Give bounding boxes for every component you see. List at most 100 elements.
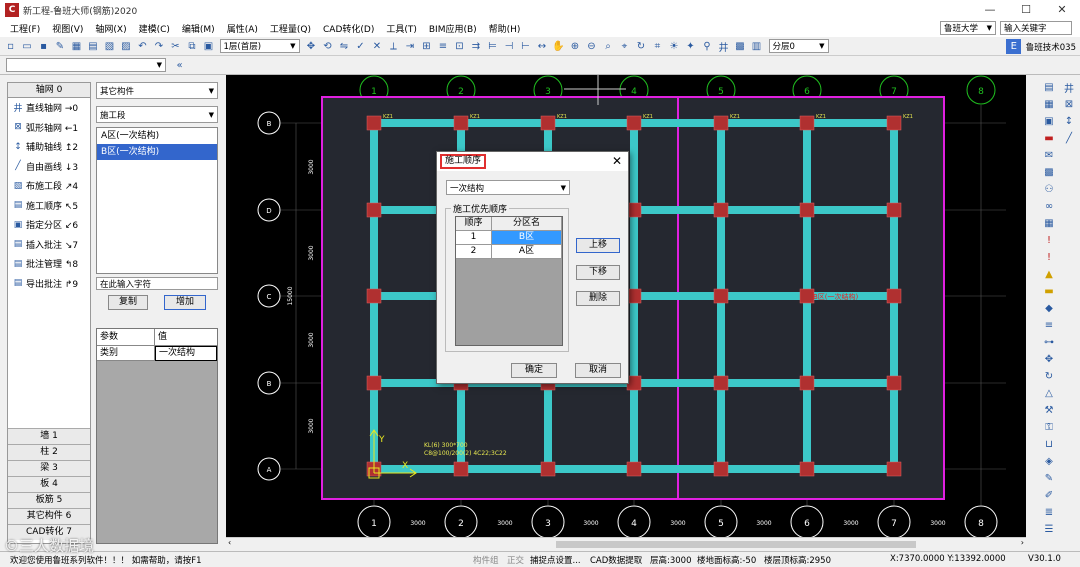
scroll-thumb[interactable] (556, 541, 916, 548)
align-icon[interactable]: ⊨ (485, 39, 500, 54)
tab-beam[interactable]: 梁 3 (8, 460, 90, 476)
nav-item-place-segment[interactable]: ▧ 布施工段 ↗4 (8, 176, 90, 196)
grid-icon[interactable]: ⊞ (419, 39, 434, 54)
menu-model[interactable]: 建模(C) (133, 22, 176, 35)
move-icon[interactable]: ✥ (1042, 351, 1056, 368)
nav-item-arc-axis[interactable]: ⊠ 弧形轴网 ←1 (8, 118, 90, 138)
keyword-search-input[interactable]: 输入关键字 (1000, 21, 1072, 35)
collapse-panel-icon[interactable]: « (172, 58, 187, 73)
add-button[interactable]: 增加 (164, 295, 206, 310)
move-up-button[interactable]: 上移 (576, 238, 620, 253)
tab-column[interactable]: 柱 2 (8, 444, 90, 460)
menu-view[interactable]: 视图(V) (46, 22, 89, 35)
table-row[interactable]: 1 B区 (456, 231, 562, 245)
menu-tools[interactable]: 工具(T) (380, 22, 423, 35)
grid-icon[interactable]: 井 (1062, 79, 1076, 96)
menu-axis[interactable]: 轴网(X) (89, 22, 132, 35)
layer-manager-icon[interactable]: ▥ (749, 39, 764, 54)
copy-button[interactable]: 复制 (108, 295, 148, 310)
plan-icon[interactable]: ▦ (1042, 96, 1056, 113)
prop-value-input[interactable]: 一次结构 (155, 346, 217, 361)
structure-type-dropdown[interactable]: 一次结构 ▼ (446, 180, 570, 195)
school-dropdown[interactable]: 鲁班大学 ▼ (940, 21, 996, 35)
new-file-icon[interactable]: ▫ (3, 39, 18, 54)
status-group[interactable]: 构件组 (473, 554, 499, 566)
edit-icon[interactable]: ✎ (53, 39, 68, 54)
join-icon[interactable]: ⊢ (518, 39, 533, 54)
menu-project[interactable]: 工程(F) (4, 22, 46, 35)
table-icon[interactable]: ▦ (69, 39, 84, 54)
nav-item-aux-axis[interactable]: ↕ 辅助轴线 ↥2 (8, 137, 90, 157)
floor-dropdown[interactable]: 1层(首层) ▼ (219, 39, 300, 53)
lock-yellow-icon[interactable]: ▲ (1042, 266, 1056, 283)
copy-icon[interactable]: ⧉ (185, 39, 200, 54)
tag-icon[interactable]: ▬ (1042, 130, 1056, 147)
move-down-button[interactable]: 下移 (576, 265, 620, 280)
zoom-in-icon[interactable]: ⊕ (568, 39, 583, 54)
nav-header-axis[interactable]: 轴网 0 (8, 83, 90, 98)
subcategory-dropdown[interactable]: 施工段 ▼ (96, 106, 218, 123)
minimize-button[interactable]: — (972, 0, 1008, 20)
pan-icon[interactable]: ✋ (551, 39, 566, 54)
book-icon[interactable]: ▤ (86, 39, 101, 54)
mirror-icon[interactable]: △ (1042, 385, 1056, 402)
tech-account[interactable]: 鲁班技术035 (1026, 41, 1076, 53)
node-icon[interactable]: ◈ (1042, 453, 1056, 470)
aux-icon[interactable]: ↕ (1062, 113, 1076, 130)
open-folder-icon[interactable]: ▭ (20, 39, 35, 54)
tab-wall[interactable]: 墙 1 (8, 428, 90, 444)
filter-input[interactable]: 在此输入字符 (96, 277, 218, 290)
key-icon[interactable]: ⚿ (1042, 419, 1056, 436)
status-cad[interactable]: CAD数据提取 (590, 554, 642, 566)
calc-icon[interactable]: ▧ (102, 39, 117, 54)
table-row[interactable]: 2 A区 (456, 245, 562, 259)
status-snap[interactable]: 捕捉点设置... (530, 554, 581, 566)
scroll-left-icon[interactable]: ‹ (228, 538, 231, 547)
layers-icon[interactable]: ≣ (1042, 504, 1056, 521)
break-icon[interactable]: ⊣ (502, 39, 517, 54)
measure-icon[interactable]: ↔ (535, 39, 550, 54)
tab-other[interactable]: 其它构件 6 (8, 508, 90, 524)
photo-icon[interactable]: ▩ (1042, 164, 1056, 181)
report-icon[interactable]: ▨ (119, 39, 134, 54)
extend-icon[interactable]: ⇥ (403, 39, 418, 54)
nav-item-manage-notes[interactable]: ▤ 批注管理 ↰8 (8, 254, 90, 274)
bulb-icon[interactable]: ✦ (683, 39, 698, 54)
light-icon[interactable]: ☀ (667, 39, 682, 54)
redo-icon[interactable]: ↷ (152, 39, 167, 54)
category-dropdown[interactable]: 其它构件 ▼ (96, 82, 218, 99)
nav-item-free-line[interactable]: ╱ 自由画线 ↓3 (8, 157, 90, 177)
link-icon[interactable]: ⊶ (1042, 334, 1056, 351)
lock-icon[interactable]: ▣ (1042, 113, 1056, 130)
folder-icon[interactable]: ▬ (1042, 283, 1056, 300)
e-icon[interactable]: E (1006, 39, 1022, 54)
tab-slab[interactable]: 板 4 (8, 476, 90, 492)
calculator-icon[interactable]: ▦ (1042, 215, 1056, 232)
nav-item-insert-note[interactable]: ▤ 插入批注 ↘7 (8, 235, 90, 255)
mail-icon[interactable]: ✉ (1042, 147, 1056, 164)
list-icon[interactable]: ≡ (1042, 317, 1056, 334)
ok-button[interactable]: 确定 (511, 363, 557, 378)
stack-icon[interactable]: ☰ (1042, 521, 1056, 538)
rotate-icon[interactable]: ⟲ (320, 39, 335, 54)
delete-button[interactable]: 删除 (576, 291, 620, 306)
delete-icon[interactable]: ✕ (370, 39, 385, 54)
zoom-all-icon[interactable]: ⌖ (617, 39, 632, 54)
glasses-icon[interactable]: ∞ (1042, 198, 1056, 215)
rotate-icon[interactable]: ↻ (1042, 368, 1056, 385)
snap-icon[interactable]: ⌗ (650, 39, 665, 54)
scroll-right-icon[interactable]: › (1021, 538, 1024, 547)
layer-dropdown[interactable]: 分层0 ▼ (768, 39, 829, 53)
save-icon[interactable]: ▪ (36, 39, 51, 54)
alert-icon[interactable]: ! (1042, 249, 1056, 266)
zoom-out-icon[interactable]: ⊖ (584, 39, 599, 54)
cup-icon[interactable]: ⊔ (1042, 436, 1056, 453)
3d-icon[interactable]: ▩ (733, 39, 748, 54)
axis-icon[interactable]: 井 (716, 39, 731, 54)
mirror-icon[interactable]: ⇋ (337, 39, 352, 54)
component-dropdown[interactable]: ▼ (6, 58, 166, 72)
menu-attribute[interactable]: 属性(A) (221, 22, 264, 35)
tab-slab-rebar[interactable]: 板筋 5 (8, 492, 90, 508)
close-button[interactable]: ✕ (1044, 0, 1080, 20)
offset-icon[interactable]: ⇉ (469, 39, 484, 54)
